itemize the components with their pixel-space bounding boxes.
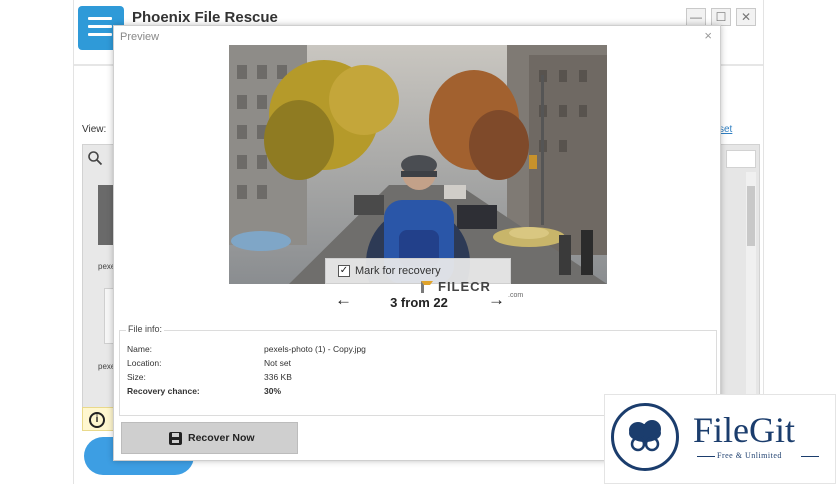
preview-image: ✓ Mark for recovery: [229, 45, 607, 284]
filegit-tagline: Free & Unlimited: [717, 451, 782, 460]
mark-for-recovery-label[interactable]: Mark for recovery: [355, 265, 441, 277]
minimize-button[interactable]: —: [686, 8, 706, 26]
info-bar: i: [82, 407, 116, 431]
file-info-value: 336 KB: [264, 372, 292, 382]
recover-now-button[interactable]: Recover Now: [121, 422, 298, 454]
file-info-label: Recovery chance:: [127, 386, 200, 396]
dialog-close-icon[interactable]: ×: [704, 28, 712, 43]
file-info-label: Size:: [127, 372, 146, 382]
dialog-title: Preview: [120, 31, 160, 43]
file-info-label: Name:: [127, 344, 153, 354]
file-info-legend: File info:: [126, 324, 165, 334]
filegit-watermark: FileGit Free & Unlimited: [604, 394, 836, 484]
file-thumbnail[interactable]: [98, 185, 114, 245]
file-info-value: pexels-photo (1) - Copy.jpg: [264, 344, 366, 354]
prev-arrow-icon[interactable]: ←: [335, 290, 352, 310]
file-info-value: Not set: [264, 358, 291, 368]
recover-now-label: Recover Now: [188, 432, 255, 444]
file-info-label: Location:: [127, 358, 162, 368]
info-icon: i: [89, 412, 105, 428]
maximize-button[interactable]: ☐: [711, 8, 731, 26]
app-title: Phoenix File Rescue: [132, 9, 278, 26]
image-counter: 3 from 22: [390, 295, 448, 310]
scrollbar[interactable]: [746, 172, 756, 422]
reset-link[interactable]: set: [719, 124, 732, 135]
filecr-watermark-domain: .com: [508, 292, 524, 299]
checkbox-check-icon[interactable]: ✓: [338, 265, 350, 277]
divider: [697, 456, 715, 457]
file-info-value: 30%: [264, 386, 282, 396]
filecr-watermark: FILECR: [438, 279, 491, 294]
view-label: View:: [82, 124, 107, 135]
screen: Phoenix File Rescue — ☐ ✕ View: set pexe…: [0, 0, 836, 484]
divider: [801, 456, 819, 457]
search-icon[interactable]: [87, 150, 103, 166]
search-input[interactable]: [726, 150, 756, 168]
close-button[interactable]: ✕: [736, 8, 756, 26]
save-icon: [169, 432, 182, 445]
filecr-logo-icon: [421, 281, 433, 293]
filegit-logo-icon: [611, 403, 679, 471]
scrollbar-thumb[interactable]: [747, 186, 755, 246]
filegit-name: FileGit: [693, 410, 796, 450]
